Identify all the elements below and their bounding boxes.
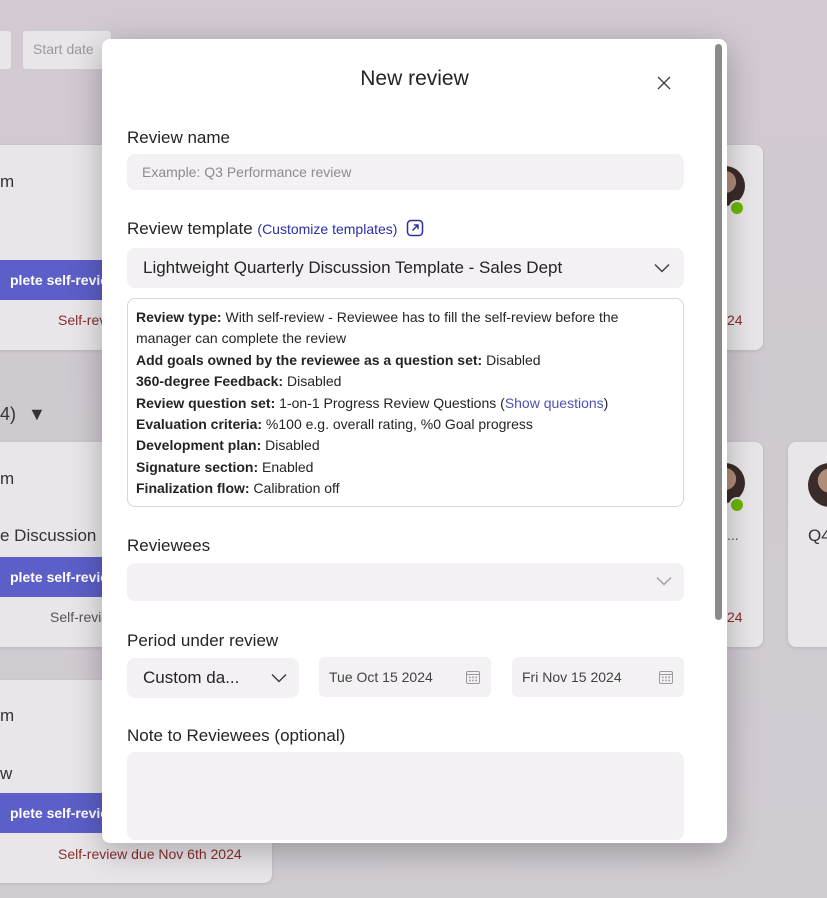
review-template-label-row: Review template (Customize templates)	[127, 219, 424, 239]
detail-evaluation-criteria: Evaluation criteria: %100 e.g. overall r…	[136, 414, 675, 435]
chevron-down-icon	[656, 577, 672, 586]
period-label: Period under review	[127, 631, 279, 650]
start-date-value: Tue Oct 15 2024	[329, 669, 433, 685]
note-textarea[interactable]	[127, 752, 684, 840]
review-name-input[interactable]	[127, 154, 684, 190]
review-template-selected: Lightweight Quarterly Discussion Templat…	[143, 258, 563, 277]
detail-review-type: Review type: With self-review - Reviewee…	[136, 307, 675, 350]
detail-key: 360-degree Feedback:	[136, 373, 284, 390]
detail-360-feedback: 360-degree Feedback: Disabled	[136, 371, 675, 392]
detail-signature-section: Signature section: Enabled	[136, 457, 675, 478]
detail-value: Disabled	[261, 437, 320, 454]
start-date-picker[interactable]: Tue Oct 15 2024	[319, 657, 491, 697]
calendar-icon	[466, 671, 480, 684]
detail-key: Development plan:	[136, 437, 262, 454]
review-template-label: Review template	[127, 219, 253, 238]
detail-key: Review type:	[136, 309, 222, 325]
end-date-value: Fri Nov 15 2024	[522, 669, 622, 685]
dialog-title: New review	[360, 67, 469, 90]
calendar-icon	[659, 671, 673, 684]
close-icon	[657, 76, 671, 90]
detail-question-set: Review question set: 1-on-1 Progress Rev…	[136, 393, 675, 414]
show-questions-link[interactable]: Show questions	[505, 395, 604, 411]
detail-finalization-flow: Finalization flow: Calibration off	[136, 478, 675, 499]
detail-value: Disabled	[283, 373, 342, 390]
dialog-scrollbar[interactable]	[715, 44, 722, 620]
detail-key: Evaluation criteria:	[136, 416, 263, 433]
period-type-dropdown[interactable]: Custom da...	[127, 658, 299, 698]
detail-development-plan: Development plan: Disabled	[136, 435, 675, 456]
detail-add-goals: Add goals owned by the reviewee as a que…	[136, 350, 675, 371]
detail-value: Enabled	[258, 458, 314, 475]
note-label: Note to Reviewees (optional)	[127, 726, 346, 745]
detail-key: Finalization flow:	[136, 480, 250, 497]
detail-value: Calibration off	[249, 480, 340, 497]
detail-key: Add goals owned by the reviewee as a que…	[136, 351, 483, 368]
template-details-panel: Review type: With self-review - Reviewee…	[127, 298, 684, 507]
open-external-icon[interactable]	[406, 219, 424, 237]
end-date-picker[interactable]: Fri Nov 15 2024	[512, 657, 684, 697]
reviewees-picker[interactable]	[127, 563, 684, 601]
chevron-down-icon	[271, 673, 287, 683]
close-button[interactable]	[654, 73, 674, 93]
detail-value: 1-on-1 Progress Review Questions (	[275, 394, 505, 411]
review-template-dropdown[interactable]: Lightweight Quarterly Discussion Templat…	[127, 248, 684, 288]
new-review-dialog: New review Review name Review template (…	[102, 39, 727, 843]
detail-value: %100 e.g. overall rating, %0 Goal progre…	[262, 416, 533, 433]
customize-templates-link[interactable]: (Customize templates)	[257, 221, 397, 237]
review-name-label: Review name	[127, 128, 230, 147]
detail-key: Signature section:	[136, 458, 259, 475]
chevron-down-icon	[654, 263, 670, 273]
detail-value: Disabled	[482, 351, 541, 368]
reviewees-label: Reviewees	[127, 536, 211, 555]
period-type-value: Custom da...	[143, 668, 240, 687]
detail-key: Review question set:	[136, 394, 276, 411]
detail-suffix: )	[603, 394, 609, 411]
